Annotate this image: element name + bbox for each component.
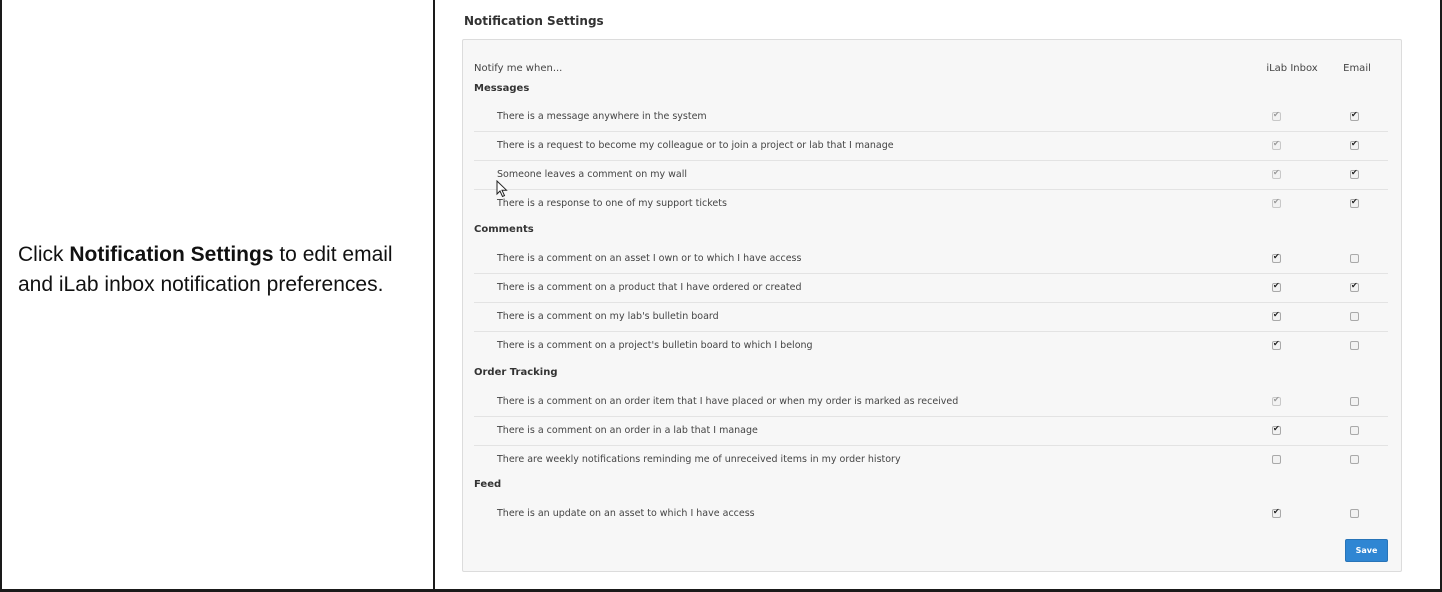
ilab-inbox-checkbox[interactable] [1272,281,1281,292]
notification-row: There is a request to become my colleagu… [474,132,1388,161]
email-checkbox[interactable] [1350,197,1359,208]
notification-row: There is a comment on my lab's bulletin … [474,303,1388,332]
ilab-inbox-column-header: iLab Inbox [1266,63,1318,74]
notification-row-label: There is a response to one of my support… [497,198,727,209]
email-checkbox[interactable] [1350,168,1359,179]
notification-row-label: There is an update on an asset to which … [497,508,755,519]
email-checkbox[interactable] [1350,281,1359,292]
notification-row: There is a comment on a product that I h… [474,274,1388,303]
page-title: Notification Settings [464,14,604,28]
notification-row: There is a comment on a project's bullet… [474,332,1388,361]
ilab-inbox-checkbox [1272,139,1281,150]
ilab-inbox-checkbox[interactable] [1272,424,1281,435]
notification-row: There are weekly notifications reminding… [474,446,1388,475]
notification-row-label: There is a comment on an asset I own or … [497,253,802,264]
section-heading: Messages [474,83,530,94]
notification-row: There is a message anywhere in the syste… [474,103,1388,132]
ilab-inbox-checkbox[interactable] [1272,507,1281,518]
ilab-inbox-checkbox [1272,168,1281,179]
notification-row: There is an update on an asset to which … [474,500,1388,529]
notification-row: There is a response to one of my support… [474,190,1388,219]
notification-row-label: There is a comment on an order in a lab … [497,425,758,436]
notification-row-label: There are weekly notifications reminding… [497,454,901,465]
section-heading: Comments [474,224,534,235]
email-checkbox[interactable] [1350,110,1359,121]
ilab-inbox-checkbox[interactable] [1272,339,1281,350]
instruction-prefix: Click [18,243,70,266]
email-checkbox[interactable] [1350,312,1359,321]
notification-row: There is a comment on an order item that… [474,388,1388,417]
mouse-pointer-icon [496,180,508,198]
ilab-inbox-checkbox [1272,110,1281,121]
email-checkbox[interactable] [1350,426,1359,435]
notification-row: There is a comment on an asset I own or … [474,245,1388,274]
email-column-header: Email [1343,63,1371,74]
notification-row-label: Someone leaves a comment on my wall [497,169,687,180]
ilab-inbox-checkbox [1272,197,1281,208]
notification-row-label: There is a comment on an order item that… [497,396,959,407]
email-checkbox[interactable] [1350,254,1359,263]
ilab-inbox-checkbox[interactable] [1272,310,1281,321]
notification-row: Someone leaves a comment on my wall [474,161,1388,190]
ilab-inbox-checkbox [1272,395,1281,406]
ilab-inbox-checkbox[interactable] [1272,252,1281,263]
notification-row-label: There is a comment on my lab's bulletin … [497,311,719,322]
email-checkbox[interactable] [1350,397,1359,406]
notification-row: There is a comment on an order in a lab … [474,417,1388,446]
notification-row-label: There is a comment on a project's bullet… [497,340,813,351]
instruction-bold: Notification Settings [69,243,274,266]
email-checkbox[interactable] [1350,455,1359,464]
instruction-text: Click Notification Settings to edit emai… [18,240,418,300]
section-heading: Feed [474,479,502,490]
notification-row-label: There is a message anywhere in the syste… [497,111,707,122]
email-checkbox[interactable] [1350,341,1359,350]
notify-header: Notify me when... [474,63,563,74]
notification-row-label: There is a request to become my colleagu… [497,140,894,151]
email-checkbox[interactable] [1350,509,1359,518]
ilab-inbox-checkbox[interactable] [1272,455,1281,464]
column-divider [433,0,435,590]
notification-row-label: There is a comment on a product that I h… [497,282,802,293]
section-heading: Order Tracking [474,367,558,378]
email-checkbox[interactable] [1350,139,1359,150]
save-button[interactable]: Save [1345,539,1388,562]
